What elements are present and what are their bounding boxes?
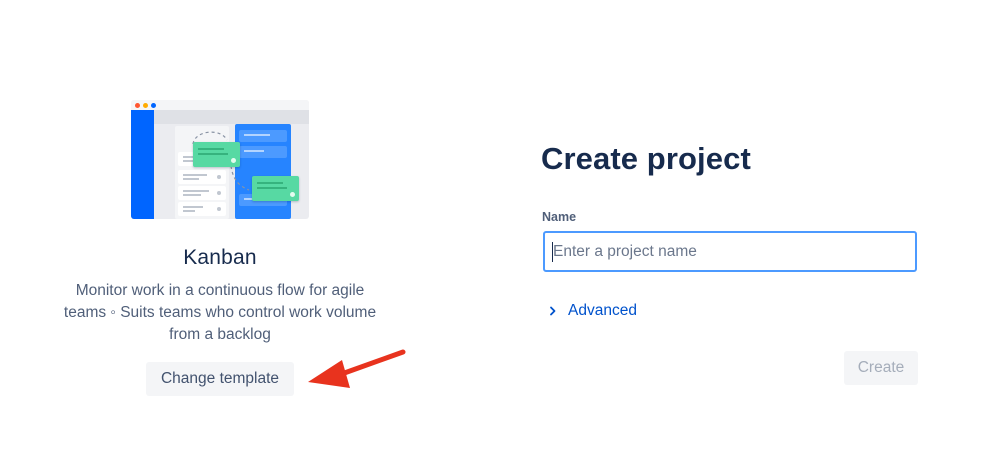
change-template-button[interactable]: Change template (146, 362, 294, 396)
template-description: Monitor work in a continuous flow for ag… (63, 282, 377, 343)
text-caret (552, 242, 553, 262)
create-button[interactable]: Create (844, 351, 918, 385)
page-title: Create project (541, 141, 751, 176)
template-name: Kanban (183, 246, 257, 269)
kanban-template-illustration (131, 100, 309, 219)
name-field-label: Name (542, 210, 577, 224)
chevron-right-icon (550, 306, 556, 316)
advanced-label: Advanced (568, 302, 637, 319)
project-name-input[interactable] (543, 231, 917, 272)
illustration-card-dragged (193, 142, 240, 167)
annotation-arrow-icon (308, 349, 406, 388)
advanced-toggle[interactable]: Advanced (548, 302, 637, 320)
illustration-card-dragged (252, 176, 299, 201)
